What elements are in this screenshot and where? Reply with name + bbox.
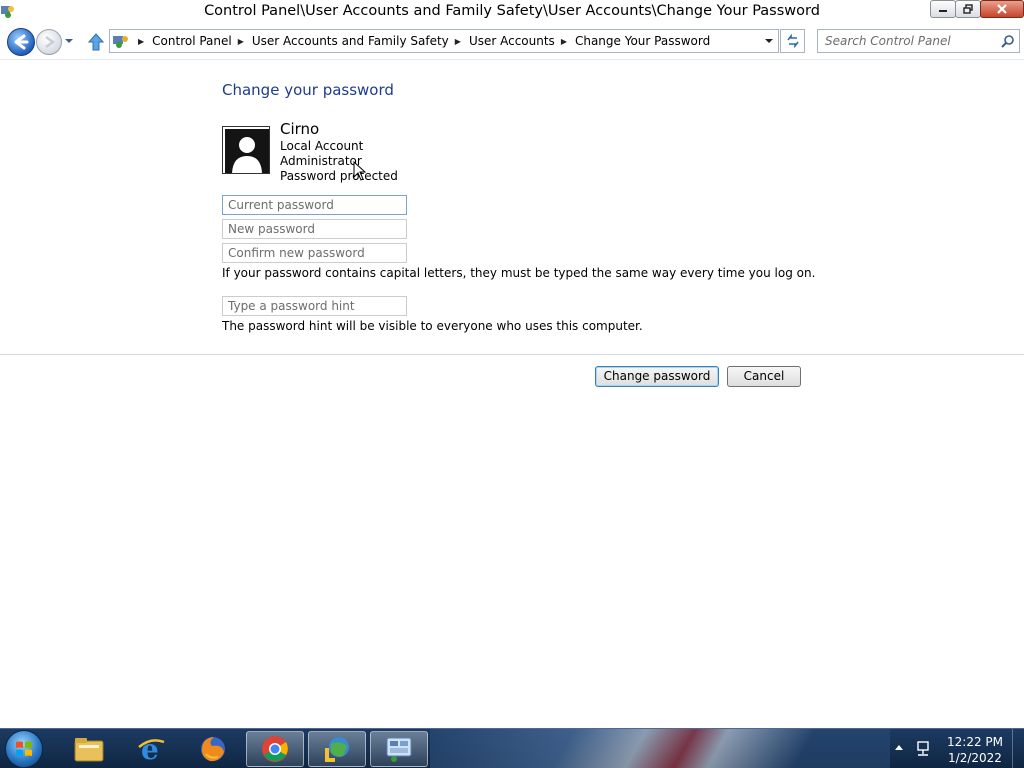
window-controls [930, 0, 1024, 20]
file-explorer-icon [74, 738, 104, 762]
user-name: Cirno [280, 120, 320, 138]
new-password-field[interactable] [222, 219, 407, 239]
search-box[interactable] [817, 29, 1020, 53]
firefox-icon [201, 737, 225, 762]
back-button[interactable] [7, 28, 35, 56]
show-hidden-icons-icon[interactable] [894, 743, 904, 751]
breadcrumb-separator-icon[interactable]: ▶ [455, 37, 461, 46]
password-hint-note: The password hint will be visible to eve… [222, 319, 643, 333]
refresh-button[interactable] [780, 29, 805, 53]
restore-icon [963, 4, 973, 14]
svg-text:e: e [141, 734, 159, 764]
capital-letters-note: If your password contains capital letter… [222, 266, 816, 280]
start-button[interactable] [5, 730, 43, 768]
breadcrumb-change-your-password[interactable]: Change Your Password [575, 34, 710, 48]
breadcrumb-separator-icon[interactable]: ▶ [138, 37, 144, 46]
breadcrumb-control-panel[interactable]: Control Panel [152, 34, 232, 48]
refresh-icon [786, 34, 799, 48]
back-arrow-icon [14, 34, 29, 50]
close-button[interactable] [980, 0, 1024, 18]
close-icon [997, 4, 1007, 14]
up-level-icon[interactable] [87, 32, 105, 52]
taskbar-chrome[interactable] [246, 731, 304, 767]
divider [0, 354, 1024, 355]
account-type: Local Account [280, 139, 364, 153]
title-bar[interactable]: Control Panel\User Accounts and Family S… [0, 0, 1024, 24]
recent-pages-dropdown-icon[interactable] [64, 37, 74, 45]
password-status: Password protected [280, 169, 398, 183]
minimize-icon [939, 10, 947, 12]
confirm-password-field[interactable] [222, 243, 407, 263]
cancel-button[interactable]: Cancel [727, 366, 801, 387]
change-password-button[interactable]: Change password [595, 366, 719, 387]
control-panel-icon [386, 737, 412, 762]
mouse-cursor-icon [353, 161, 367, 181]
user-silhouette-icon [223, 127, 269, 173]
system-clock[interactable]: 12:22 PM 1/2/2022 [940, 734, 1010, 766]
window-title: Control Panel\User Accounts and Family S… [204, 3, 820, 19]
breadcrumb-user-accounts-family-safety[interactable]: User Accounts and Family Safety [252, 34, 449, 48]
taskbar-control-panel[interactable] [370, 731, 428, 767]
address-bar[interactable]: ▶ Control Panel ▶ User Accounts and Fami… [109, 29, 779, 53]
taskbar-internet-explorer[interactable]: e [122, 731, 180, 767]
avatar [222, 126, 270, 174]
minimize-button[interactable] [930, 0, 956, 18]
windows-logo-icon [16, 741, 32, 756]
download-manager-icon [325, 737, 349, 762]
search-input[interactable] [818, 30, 998, 52]
breadcrumb-separator-icon[interactable]: ▶ [238, 37, 244, 46]
forward-arrow-icon [45, 35, 56, 49]
navigation-bar: ▶ Control Panel ▶ User Accounts and Fami… [0, 24, 1024, 60]
internet-explorer-icon: e [138, 734, 165, 764]
taskbar-firefox[interactable] [184, 731, 242, 767]
network-icon[interactable] [915, 740, 933, 758]
forward-button[interactable] [36, 29, 62, 55]
wallpaper-peek [430, 729, 890, 768]
taskbar-file-explorer[interactable] [60, 731, 118, 767]
control-panel-breadcrumb-icon [113, 36, 128, 48]
breadcrumb: ▶ Control Panel ▶ User Accounts and Fami… [134, 30, 710, 52]
chrome-icon [262, 736, 288, 762]
taskbar: e 12:22 PM 1/2/2022 [0, 728, 1024, 768]
account-role: Administrator [280, 154, 362, 168]
main-content: Change your password Cirno Local Account… [0, 61, 1024, 728]
restore-button[interactable] [955, 0, 981, 18]
clock-time: 12:22 PM [947, 735, 1003, 749]
show-desktop-button[interactable] [1012, 729, 1024, 768]
search-icon[interactable] [1001, 34, 1015, 48]
password-hint-field[interactable] [222, 296, 407, 316]
breadcrumb-separator-icon[interactable]: ▶ [561, 37, 567, 46]
address-dropdown-icon[interactable] [764, 37, 774, 45]
clock-date: 1/2/2022 [948, 751, 1002, 765]
breadcrumb-user-accounts[interactable]: User Accounts [469, 34, 555, 48]
page-title: Change your password [222, 81, 394, 99]
current-password-field[interactable] [222, 195, 407, 215]
taskbar-download-manager[interactable] [308, 731, 366, 767]
